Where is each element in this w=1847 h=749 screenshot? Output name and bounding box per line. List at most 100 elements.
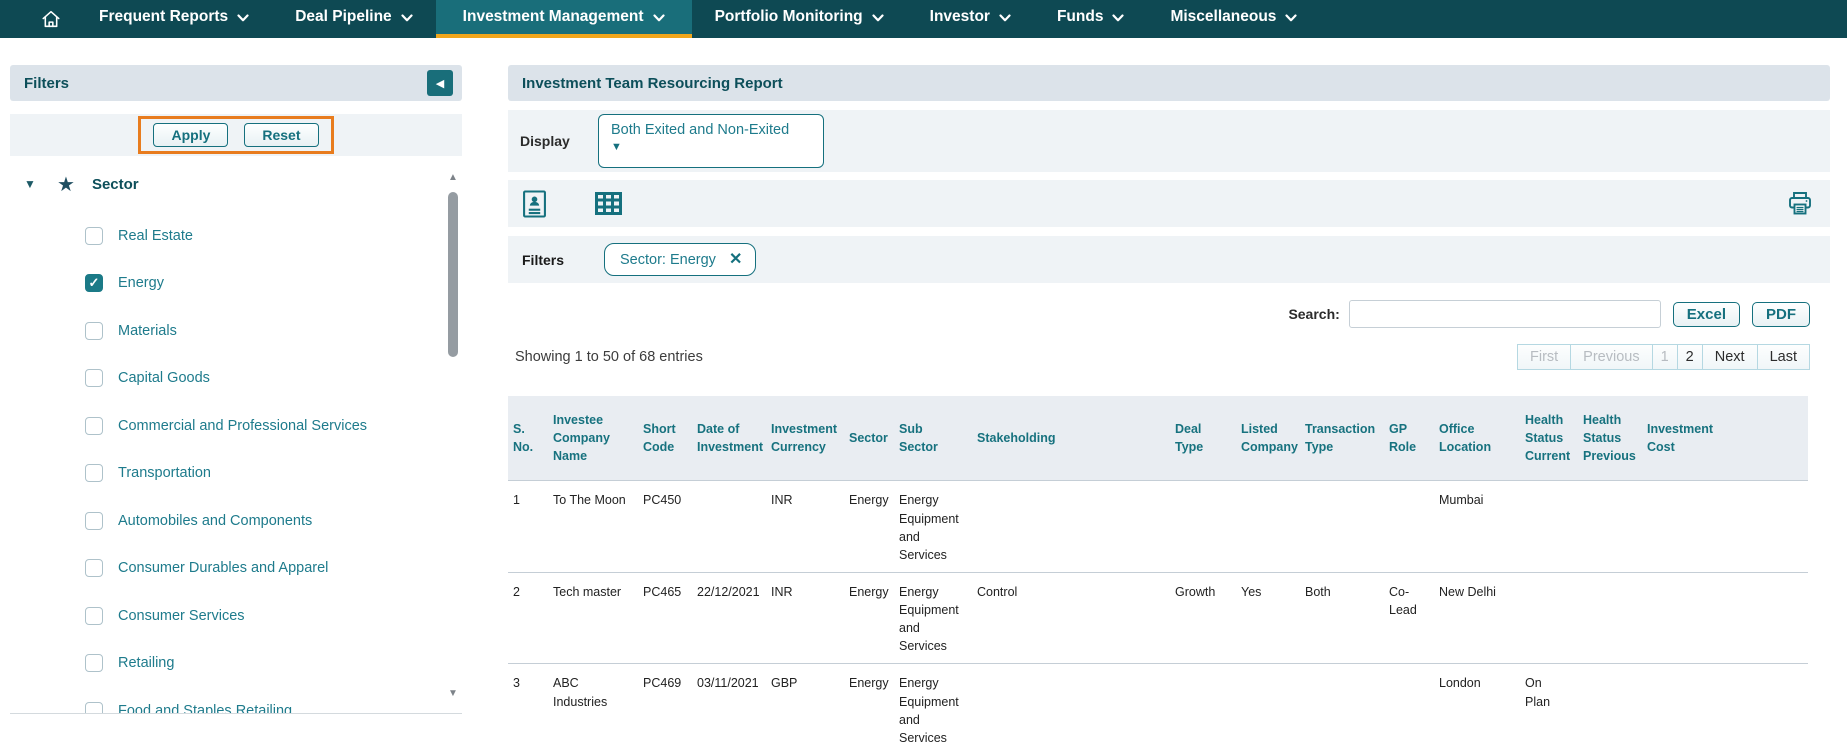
- filter-option-label[interactable]: Retailing: [118, 655, 174, 671]
- nav-item-frequent-reports[interactable]: Frequent Reports: [76, 0, 272, 38]
- column-header-label: Short Code: [643, 422, 676, 454]
- nav-item-deal-pipeline[interactable]: Deal Pipeline: [272, 0, 435, 38]
- active-filters-bar: Filters Sector: Energy ✕: [508, 236, 1830, 283]
- nav-item-miscellaneous[interactable]: Miscellaneous: [1147, 0, 1320, 38]
- star-icon: ★: [57, 172, 75, 197]
- filter-option-label[interactable]: Consumer Durables and Apparel: [118, 560, 328, 576]
- table-view-button[interactable]: [595, 192, 622, 215]
- table-cell: [1642, 481, 1808, 573]
- table-cell: On Plan: [1520, 664, 1578, 749]
- filter-option-real-estate: Real Estate: [10, 212, 462, 260]
- page-button-first: First: [1517, 344, 1571, 370]
- page-button-next[interactable]: Next: [1702, 344, 1758, 370]
- checkbox-consumer-services[interactable]: [85, 607, 103, 625]
- filters-sidebar: Filters ◀ Apply Reset ▼ ★ Sector Real Es…: [10, 65, 462, 714]
- chevron-down-icon: [1112, 14, 1124, 22]
- sidebar-scrollbar[interactable]: ▲ ▼: [446, 172, 460, 699]
- nav-item-investor[interactable]: Investor: [907, 0, 1034, 38]
- column-header-label: Listed Company: [1241, 422, 1298, 454]
- checkbox-food-and-staples-retailing[interactable]: [85, 702, 103, 714]
- checkbox-materials[interactable]: [85, 322, 103, 340]
- nav-item-label: Funds: [1057, 8, 1104, 26]
- filter-option-label[interactable]: Materials: [118, 323, 177, 339]
- scrollbar-thumb[interactable]: [448, 192, 458, 357]
- table-cell: Tech master: [548, 572, 638, 664]
- page-title: Investment Team Resourcing Report: [508, 65, 1830, 101]
- filter-option-food-and-staples-retailing: Food and Staples Retailing: [10, 687, 462, 714]
- filter-option-automobiles-and-components: Automobiles and Components: [10, 497, 462, 545]
- column-header-label: Investee Company Name: [553, 413, 610, 463]
- filter-option-label[interactable]: Capital Goods: [118, 370, 210, 386]
- scroll-down-icon[interactable]: ▼: [446, 688, 460, 699]
- view-toolbar: [508, 180, 1830, 227]
- column-header-date-of-investment: Date of Investment: [692, 396, 766, 481]
- filter-option-label[interactable]: Food and Staples Retailing: [118, 703, 292, 714]
- apply-button[interactable]: Apply: [153, 123, 228, 147]
- checkbox-consumer-durables-and-apparel[interactable]: [85, 559, 103, 577]
- display-dropdown[interactable]: Both Exited and Non-Exited ▼: [598, 114, 824, 168]
- scroll-up-icon[interactable]: ▲: [446, 172, 460, 183]
- table-cell: 2: [508, 572, 548, 664]
- showing-entries-text: Showing 1 to 50 of 68 entries: [508, 349, 703, 365]
- page-button-previous: Previous: [1570, 344, 1652, 370]
- table-cell: Yes: [1236, 572, 1300, 664]
- checkbox-commercial-and-professional-services[interactable]: [85, 417, 103, 435]
- table-row: 1To The MoonPC450INREnergyEnergy Equipme…: [508, 481, 1808, 573]
- column-header-health-status-current: Health Status Current: [1520, 396, 1578, 481]
- reset-button[interactable]: Reset: [244, 123, 318, 147]
- checkbox-automobiles-and-components[interactable]: [85, 512, 103, 530]
- nav-item-funds[interactable]: Funds: [1034, 0, 1148, 38]
- column-header-short-code: Short Code: [638, 396, 692, 481]
- table-cell: Control: [972, 572, 1170, 664]
- export-pdf-button[interactable]: PDF: [1752, 302, 1810, 327]
- nav-items: Frequent Reports Deal Pipeline Investment …: [76, 0, 1320, 38]
- page-button-2[interactable]: 2: [1677, 344, 1703, 370]
- column-header-gp-role: GP Role: [1384, 396, 1434, 481]
- checkbox-real-estate[interactable]: [85, 227, 103, 245]
- filter-option-label[interactable]: Real Estate: [118, 228, 193, 244]
- filter-option-label[interactable]: Commercial and Professional Services: [118, 418, 367, 434]
- nav-item-portfolio-monitoring[interactable]: Portfolio Monitoring: [692, 0, 907, 38]
- display-dropdown-value: Both Exited and Non-Exited: [611, 122, 811, 138]
- table-cell-value: 03/11/2021: [697, 676, 759, 690]
- table-cell-value: 22/12/2021: [697, 585, 760, 599]
- filter-option-label[interactable]: Transportation: [118, 465, 211, 481]
- filter-option-label[interactable]: Automobiles and Components: [118, 513, 312, 529]
- home-icon: [40, 8, 62, 30]
- table-cell: Energy Equipment and Services: [894, 572, 972, 664]
- checkbox-capital-goods[interactable]: [85, 369, 103, 387]
- table-cell-value: ABC Industries: [553, 676, 607, 708]
- table-cell: [972, 481, 1170, 573]
- nav-item-label: Miscellaneous: [1170, 8, 1276, 26]
- search-input[interactable]: [1349, 300, 1661, 328]
- table-cell: Both: [1300, 572, 1384, 664]
- nav-item-label: Deal Pipeline: [295, 8, 391, 26]
- export-excel-button[interactable]: Excel: [1673, 302, 1740, 327]
- chevron-down-icon: [653, 14, 665, 22]
- checkbox-transportation[interactable]: [85, 464, 103, 482]
- table-cell-value: PC450: [643, 493, 681, 507]
- checkbox-checked-energy[interactable]: ✓: [85, 274, 103, 292]
- home-button[interactable]: [26, 0, 76, 38]
- filter-option-label[interactable]: Consumer Services: [118, 608, 245, 624]
- table-cell: Energy: [844, 481, 894, 573]
- checkbox-retailing[interactable]: [85, 654, 103, 672]
- profile-report-view-button[interactable]: [522, 189, 547, 219]
- filter-option-label[interactable]: Energy: [118, 275, 164, 291]
- annotation-highlight-box: Apply Reset: [138, 116, 333, 154]
- table-cell: ABC Industries: [548, 664, 638, 749]
- sector-group-header: ▼ ★ Sector: [10, 170, 462, 198]
- chevron-down-icon[interactable]: ▼: [24, 177, 44, 191]
- table-cell: PC465: [638, 572, 692, 664]
- close-icon[interactable]: ✕: [729, 252, 742, 268]
- person-card-icon: [522, 189, 547, 219]
- column-header-sector: Sector: [844, 396, 894, 481]
- page-button-last[interactable]: Last: [1757, 344, 1810, 370]
- collapse-sidebar-button[interactable]: ◀: [427, 70, 453, 96]
- print-button[interactable]: [1786, 190, 1814, 217]
- table-cell: [1300, 481, 1384, 573]
- column-header-health-status-previous: Health Status Previous: [1578, 396, 1642, 481]
- table-cell: [1236, 664, 1300, 749]
- nav-item-investment-management[interactable]: Investment Management: [436, 0, 692, 38]
- table-cell-value: Energy Equipment and Services: [899, 493, 959, 561]
